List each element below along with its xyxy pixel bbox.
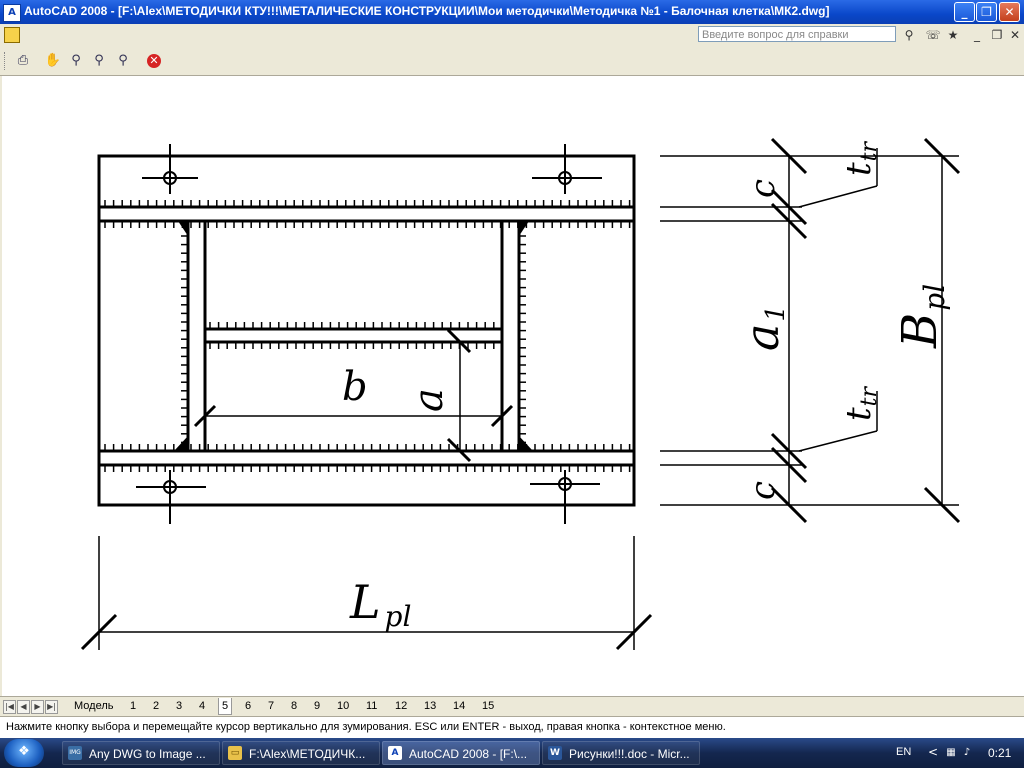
next-tab-button[interactable]: ▶ <box>31 700 44 714</box>
title-bar[interactable]: A AutoCAD 2008 - [F:\Alex\МЕТОДИЧКИ КТУ!… <box>0 0 1024 24</box>
label-b: b <box>342 364 368 410</box>
label-lpl-sub: pl <box>385 600 412 633</box>
preview-toolbar: ⎙ ✋ ⚲ ⚲ ⚲ ✕ <box>0 46 1024 76</box>
language-indicator[interactable]: EN <box>896 746 911 758</box>
tab-layout-6[interactable]: 6 <box>245 698 251 714</box>
label-ttr-bottom-sub: tr <box>857 385 882 406</box>
network-icon[interactable]: ▦ <box>944 746 958 760</box>
tab-layout-11[interactable]: 11 <box>366 698 377 714</box>
label-c-top: c <box>743 179 783 198</box>
layout-tab-bar: |◀ ◀ ▶ ▶| Модель 1 2 3 4 5 6 7 8 9 10 11… <box>0 696 1024 716</box>
drawing-svg: b a a1 Bpl Lpl c c ttr ttr <box>80 137 961 651</box>
favorites-icon[interactable]: ★ <box>944 27 962 43</box>
tab-layout-7[interactable]: 7 <box>268 698 274 714</box>
tab-layout-3[interactable]: 3 <box>176 698 182 714</box>
tab-layout-13[interactable]: 13 <box>424 698 436 714</box>
taskbar-item-label: AutoCAD 2008 - [F:\... <box>409 747 528 761</box>
label-ttr-top-sub: tr <box>857 140 882 161</box>
help-search-input[interactable]: Введите вопрос для справки <box>698 26 896 42</box>
label-bpl-main: B <box>892 313 948 349</box>
system-tray: EN < ▦ ♪ 0:21 <box>880 738 1024 768</box>
autocad-app-icon[interactable]: A <box>3 4 21 22</box>
bolt-bl <box>136 470 206 524</box>
document-restore-button[interactable]: ❐ <box>988 27 1006 43</box>
taskbar: ❖ IMG Any DWG to Image ... ▭ F:\Alex\МЕТ… <box>0 738 1024 768</box>
bolt-tr <box>532 144 602 194</box>
plot-icon[interactable]: ⎙ <box>14 52 32 70</box>
search-icon[interactable]: ⚲ <box>900 27 918 43</box>
taskbar-item-label: Any DWG to Image ... <box>89 747 206 761</box>
toolbar-grip[interactable] <box>4 52 8 70</box>
taskbar-item-label: F:\Alex\МЕТОДИЧК... <box>249 747 366 761</box>
weld-tr <box>519 221 529 236</box>
image-converter-icon: IMG <box>68 746 82 760</box>
weld-bl <box>174 436 188 451</box>
close-button[interactable]: ✕ <box>999 2 1020 22</box>
weld-hatching <box>104 200 631 472</box>
taskbar-item-word[interactable]: W Рисунки!!!.doc - Micr... <box>542 741 700 765</box>
label-ttr-top: ttr <box>839 140 882 176</box>
command-prompt-text: Нажмите кнопку выбора и перемещайте курс… <box>6 721 726 733</box>
label-c-bottom: c <box>743 481 783 500</box>
label-lpl: Lpl <box>349 575 411 633</box>
last-tab-button[interactable]: ▶| <box>45 700 58 714</box>
document-close-button[interactable]: ✕ <box>1006 27 1024 43</box>
label-ttr-top-main: t <box>839 162 879 176</box>
tab-layout-9[interactable]: 9 <box>314 698 320 714</box>
close-preview-icon[interactable]: ✕ <box>147 54 161 68</box>
word-icon: W <box>548 746 562 760</box>
autocad-icon: A <box>388 746 402 760</box>
restore-button[interactable]: ❐ <box>976 2 997 22</box>
tab-layout-12[interactable]: 12 <box>395 698 407 714</box>
zoom-window-icon[interactable]: ⚲ <box>90 52 108 70</box>
bolt-br <box>530 470 600 524</box>
start-button[interactable]: ❖ <box>4 739 44 767</box>
document-minimize-button[interactable]: _ <box>968 27 986 43</box>
label-a1-sub: 1 <box>761 305 791 322</box>
label-lpl-main: L <box>349 575 381 629</box>
first-tab-button[interactable]: |◀ <box>3 700 16 714</box>
tab-layout-2[interactable]: 2 <box>153 698 159 714</box>
taskbar-item-autocad[interactable]: A AutoCAD 2008 - [F:\... <box>382 741 540 765</box>
tab-layout-14[interactable]: 14 <box>453 698 465 714</box>
taskbar-item-folder[interactable]: ▭ F:\Alex\МЕТОДИЧК... <box>222 741 380 765</box>
label-bpl: Bpl <box>892 284 951 349</box>
label-ttr-bottom-main: t <box>839 407 879 421</box>
zoom-previous-icon[interactable]: ⚲ <box>114 52 132 70</box>
tab-model[interactable]: Модель <box>74 698 113 714</box>
dimension-a <box>450 341 502 451</box>
tab-layout-8[interactable]: 8 <box>291 698 297 714</box>
folder-icon: ▭ <box>228 746 242 760</box>
label-a1-main: a <box>735 324 789 351</box>
tab-layout-4[interactable]: 4 <box>199 698 205 714</box>
menu-bar: Введите вопрос для справки ⚲ ☏ ★ _ ❐ ✕ <box>0 24 1024 46</box>
minimize-button[interactable]: _ <box>954 2 975 22</box>
label-bpl-sub: pl <box>918 284 951 311</box>
tray-expand-icon[interactable]: < <box>928 745 938 759</box>
taskbar-item-label: Рисунки!!!.doc - Micr... <box>569 747 689 761</box>
zoom-realtime-icon[interactable]: ⚲ <box>67 52 85 70</box>
tab-layout-10[interactable]: 10 <box>337 698 349 714</box>
command-line[interactable]: Нажмите кнопку выбора и перемещайте курс… <box>0 716 1024 738</box>
drawing-canvas[interactable]: b a a1 Bpl Lpl c c ttr ttr <box>0 76 1024 696</box>
label-ttr-bottom: ttr <box>839 385 882 421</box>
document-icon[interactable] <box>4 27 20 43</box>
bolt-tl <box>142 144 198 194</box>
tab-layout-5[interactable]: 5 <box>218 698 233 715</box>
tab-layout-15[interactable]: 15 <box>482 698 494 714</box>
windows-logo-icon: ❖ <box>18 744 30 759</box>
communication-center-icon[interactable]: ☏ <box>924 27 942 43</box>
window-title: AutoCAD 2008 - [F:\Alex\МЕТОДИЧКИ КТУ!!!… <box>24 4 830 18</box>
pan-icon[interactable]: ✋ <box>44 52 62 70</box>
taskbar-item-any-dwg[interactable]: IMG Any DWG to Image ... <box>62 741 220 765</box>
tab-layout-1[interactable]: 1 <box>130 698 136 714</box>
label-a: a <box>406 388 452 412</box>
label-a1: a1 <box>735 305 791 351</box>
volume-icon[interactable]: ♪ <box>960 746 974 760</box>
prev-tab-button[interactable]: ◀ <box>17 700 30 714</box>
clock[interactable]: 0:21 <box>988 746 1011 760</box>
